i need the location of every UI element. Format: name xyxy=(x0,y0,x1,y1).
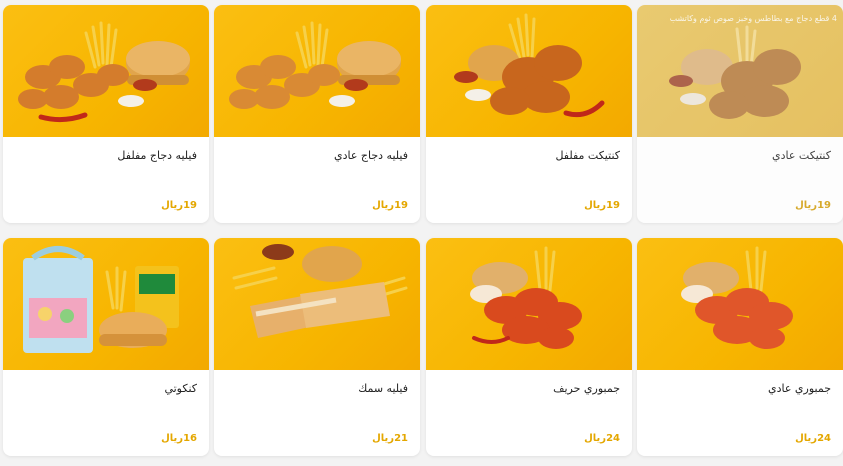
menu-card-6[interactable]: فيليه سمك 21ريال xyxy=(214,238,420,456)
menu-card-3[interactable]: كنتيكت مفلفل 19ريال xyxy=(426,5,632,223)
item-price: 16ريال xyxy=(161,433,197,444)
menu-card-5[interactable]: كنكوتي 16ريال xyxy=(3,238,209,456)
item-price: 19ريال xyxy=(372,200,408,211)
item-price: 21ريال xyxy=(372,433,408,444)
item-price: 24ريال xyxy=(584,433,620,444)
kids-meal-icon xyxy=(3,238,209,370)
nuggets-burger-icon xyxy=(3,5,209,137)
shrimp-icon xyxy=(426,238,632,370)
menu-card-2[interactable]: فيليه دجاج عادي 19ريال xyxy=(214,5,420,223)
item-price: 19ريال xyxy=(161,200,197,211)
nuggets-burger-icon xyxy=(214,5,420,137)
menu-card-1[interactable]: فيليه دجاج مفلفل 19ريال xyxy=(3,5,209,223)
item-name: فيليه دجاج مفلفل xyxy=(117,149,197,162)
item-price: 24ريال xyxy=(795,433,831,444)
item-price: 19ريال xyxy=(795,200,831,211)
menu-card-7[interactable]: جمبوري حريف 24ريال xyxy=(426,238,632,456)
menu-card-8[interactable]: جمبوري عادي 24ريال xyxy=(637,238,843,456)
item-name: جمبوري عادي xyxy=(767,382,831,395)
item-name: جمبوري حريف xyxy=(553,382,620,395)
item-name: فيليه دجاج عادي xyxy=(333,149,408,162)
fish-fillet-icon xyxy=(214,238,420,370)
item-name: كنتيكت مفلفل xyxy=(555,149,620,162)
item-name: كنتيكت عادي xyxy=(772,149,831,162)
menu-card-4[interactable]: 4 قطع دجاج مع بطاطس وخبز صوص ثوم وكاتشب … xyxy=(637,5,843,223)
promo-text: 4 قطع دجاج مع بطاطس وخبز صوص ثوم وكاتشب xyxy=(669,14,837,23)
item-name: كنكوتي xyxy=(164,382,197,395)
fried-chicken-icon xyxy=(426,5,632,137)
item-price: 19ريال xyxy=(584,200,620,211)
shrimp-icon xyxy=(637,238,843,370)
item-name: فيليه سمك xyxy=(358,382,408,395)
fried-chicken-icon: 4 قطع دجاج مع بطاطس وخبز صوص ثوم وكاتشب xyxy=(637,5,843,137)
